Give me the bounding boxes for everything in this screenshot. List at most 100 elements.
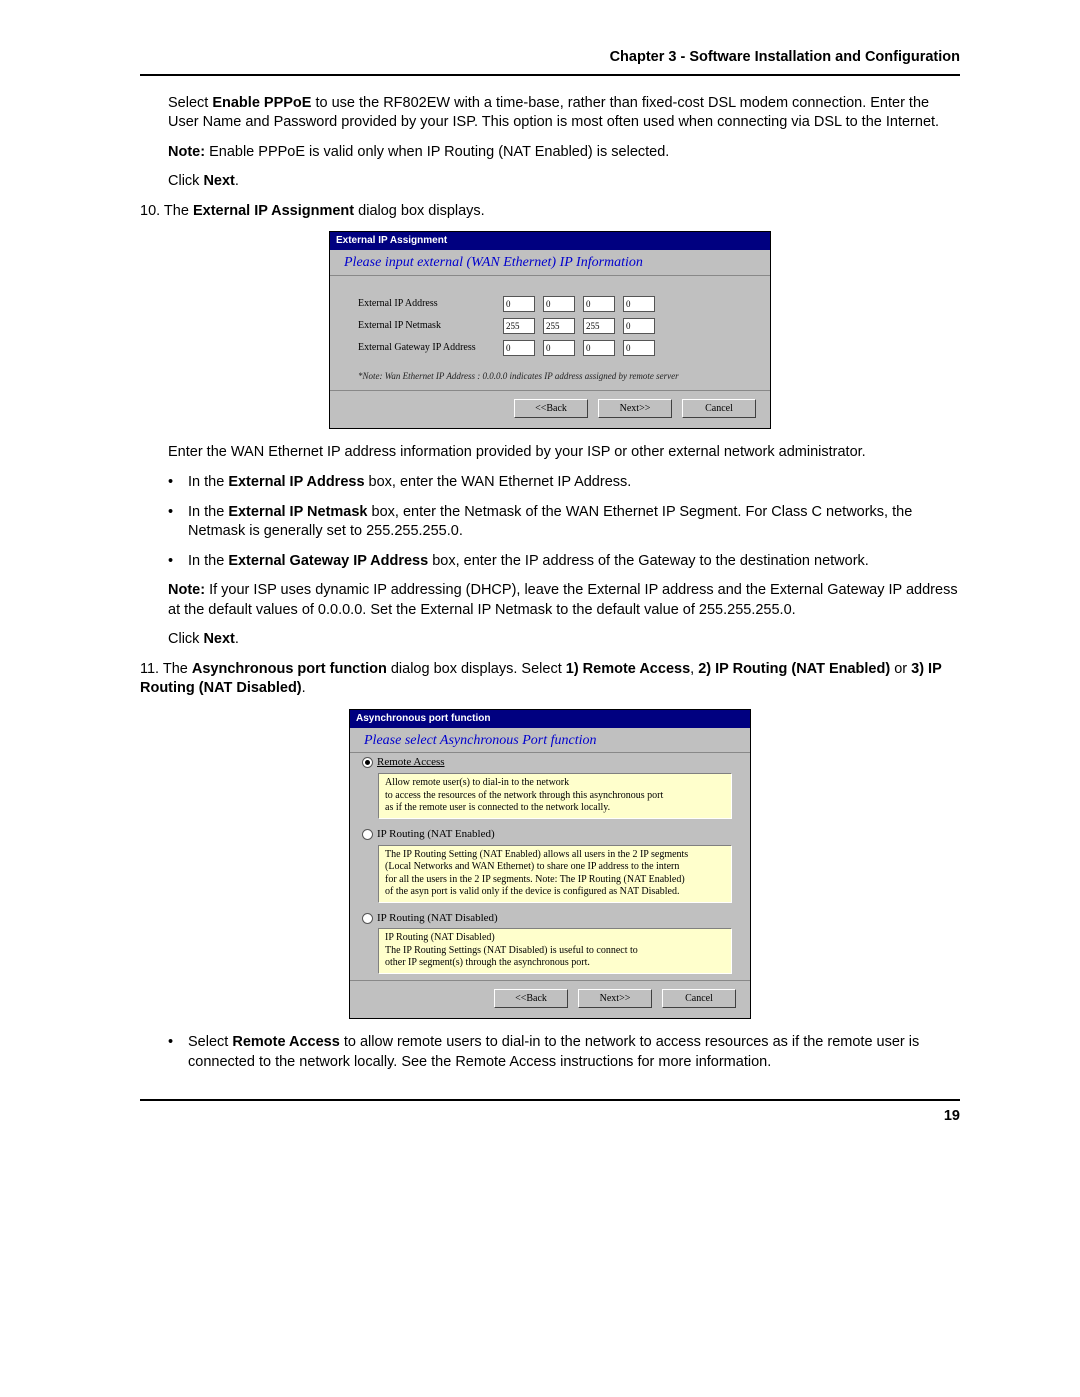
bullet-ext-gateway: • In the External Gateway IP Address box… [168, 552, 960, 572]
next-term: Next [203, 173, 234, 189]
label: External IP Netmask [358, 319, 503, 333]
ip-octet-input[interactable]: 0 [543, 296, 575, 312]
desc-nat-enabled: The IP Routing Setting (NAT Enabled) all… [378, 845, 732, 903]
text: In the External Gateway IP Address box, … [188, 552, 869, 572]
term: Asynchronous port function [192, 661, 387, 677]
enable-pppoe-term: Enable PPPoE [212, 95, 311, 111]
term: External IP Assignment [193, 203, 354, 219]
ip-octet-input[interactable]: 0 [623, 340, 655, 356]
text: Click [168, 631, 203, 647]
note-pppoe: Note: Enable PPPoE is valid only when IP… [168, 143, 960, 163]
bullet-select-remote-access: • Select Remote Access to allow remote u… [168, 1033, 960, 1072]
back-button[interactable]: <<Back [494, 989, 568, 1009]
ip-octet-input[interactable]: 0 [543, 340, 575, 356]
bullet-ext-ip-address: • In the External IP Address box, enter … [168, 473, 960, 493]
step-10: 10. The External IP Assignment dialog bo… [140, 202, 960, 222]
radio-label: IP Routing (NAT Disabled) [377, 911, 498, 926]
t: In the [188, 474, 228, 490]
text: If your ISP uses dynamic IP addressing (… [168, 582, 958, 618]
t: 11. The [140, 661, 192, 677]
note-dhcp: Note: If your ISP uses dynamic IP addres… [168, 581, 960, 620]
note-label: Note: [168, 144, 205, 160]
external-ip-assignment-dialog: External IP Assignment Please input exte… [329, 231, 771, 429]
note-label: Note: [168, 582, 205, 598]
t: , [690, 661, 698, 677]
dialog-note: *Note: Wan Ethernet IP Address : 0.0.0.0… [358, 366, 752, 382]
t: box, enter the IP address of the Gateway… [428, 553, 869, 569]
radio-icon[interactable] [362, 913, 373, 924]
page-footer: 19 [140, 1099, 960, 1127]
text: 10. The [140, 203, 193, 219]
dialog-prompt: Please input external (WAN Ethernet) IP … [330, 250, 770, 276]
text: Enable PPPoE is valid only when IP Routi… [205, 144, 669, 160]
text: In the External IP Netmask box, enter th… [188, 503, 960, 542]
text: Select Remote Access to allow remote use… [188, 1033, 960, 1072]
t: Select [188, 1034, 232, 1050]
next-button[interactable]: Next>> [598, 399, 672, 419]
radio-label: Remote Access [377, 755, 445, 770]
ip-octet-input[interactable]: 0 [583, 340, 615, 356]
text: In the External IP Address box, enter th… [188, 473, 631, 493]
opt2: 2) IP Routing (NAT Enabled) [698, 661, 890, 677]
click-next-1: Click Next. [168, 172, 960, 192]
opt1: 1) Remote Access [566, 661, 690, 677]
row-ip-address: External IP Address 0 0 0 0 [358, 296, 752, 312]
next-button[interactable]: Next>> [578, 989, 652, 1009]
text: Select [168, 95, 212, 111]
dialog-button-row: <<Back Next>> Cancel [350, 980, 750, 1019]
radio-icon[interactable] [362, 829, 373, 840]
bullet-icon: • [168, 473, 188, 493]
label: External IP Address [358, 297, 503, 311]
term: External IP Address [228, 474, 364, 490]
ip-octet-input[interactable]: 0 [623, 318, 655, 334]
ip-octet-input[interactable]: 0 [583, 296, 615, 312]
label: External Gateway IP Address [358, 341, 503, 355]
radio-remote-access[interactable]: Remote Access [350, 753, 750, 773]
radio-ip-routing-nat-enabled[interactable]: IP Routing (NAT Enabled) [350, 825, 750, 845]
t: dialog box displays. Select [387, 661, 566, 677]
cancel-button[interactable]: Cancel [682, 399, 756, 419]
text: . [235, 631, 239, 647]
back-button[interactable]: <<Back [514, 399, 588, 419]
t: In the [188, 504, 228, 520]
row-ip-netmask: External IP Netmask 255 255 255 0 [358, 318, 752, 334]
bullet-icon: • [168, 552, 188, 572]
desc-nat-disabled: IP Routing (NAT Disabled) The IP Routing… [378, 928, 732, 974]
wan-instruction: Enter the WAN Ethernet IP address inform… [168, 443, 960, 463]
desc-remote-access: Allow remote user(s) to dial-in to the n… [378, 773, 732, 819]
t: . [302, 680, 306, 696]
intro-paragraph: Select Enable PPPoE to use the RF802EW w… [168, 94, 960, 133]
ip-octet-input[interactable]: 255 [543, 318, 575, 334]
cancel-button[interactable]: Cancel [662, 989, 736, 1009]
radio-label: IP Routing (NAT Enabled) [377, 827, 495, 842]
step-11: 11. The Asynchronous port function dialo… [140, 660, 960, 699]
ip-octet-input[interactable]: 255 [503, 318, 535, 334]
ip-octet-input[interactable]: 0 [503, 296, 535, 312]
dialog-titlebar: Asynchronous port function [350, 710, 750, 728]
bullet-icon: • [168, 503, 188, 542]
bullet-icon: • [168, 1033, 188, 1072]
next-term: Next [203, 631, 234, 647]
ip-octet-input[interactable]: 0 [503, 340, 535, 356]
t: box, enter the WAN Ethernet IP Address. [365, 474, 632, 490]
t: or [890, 661, 911, 677]
dialog-prompt: Please select Asynchronous Port function [350, 728, 750, 754]
dialog-button-row: <<Back Next>> Cancel [330, 390, 770, 429]
dialog-titlebar: External IP Assignment [330, 232, 770, 250]
radio-ip-routing-nat-disabled[interactable]: IP Routing (NAT Disabled) [350, 909, 750, 929]
async-port-function-dialog: Asynchronous port function Please select… [349, 709, 751, 1019]
term: Remote Access [232, 1034, 339, 1050]
click-next-2: Click Next. [168, 630, 960, 650]
t: In the [188, 553, 228, 569]
text: . [235, 173, 239, 189]
ip-octet-input[interactable]: 0 [623, 296, 655, 312]
text: Click [168, 173, 203, 189]
term: External IP Netmask [228, 504, 367, 520]
bullet-ext-ip-netmask: • In the External IP Netmask box, enter … [168, 503, 960, 542]
text: dialog box displays. [354, 203, 485, 219]
row-gateway: External Gateway IP Address 0 0 0 0 [358, 340, 752, 356]
radio-icon[interactable] [362, 757, 373, 768]
term: External Gateway IP Address [228, 553, 428, 569]
ip-octet-input[interactable]: 255 [583, 318, 615, 334]
page-header: Chapter 3 - Software Installation and Co… [140, 48, 960, 76]
